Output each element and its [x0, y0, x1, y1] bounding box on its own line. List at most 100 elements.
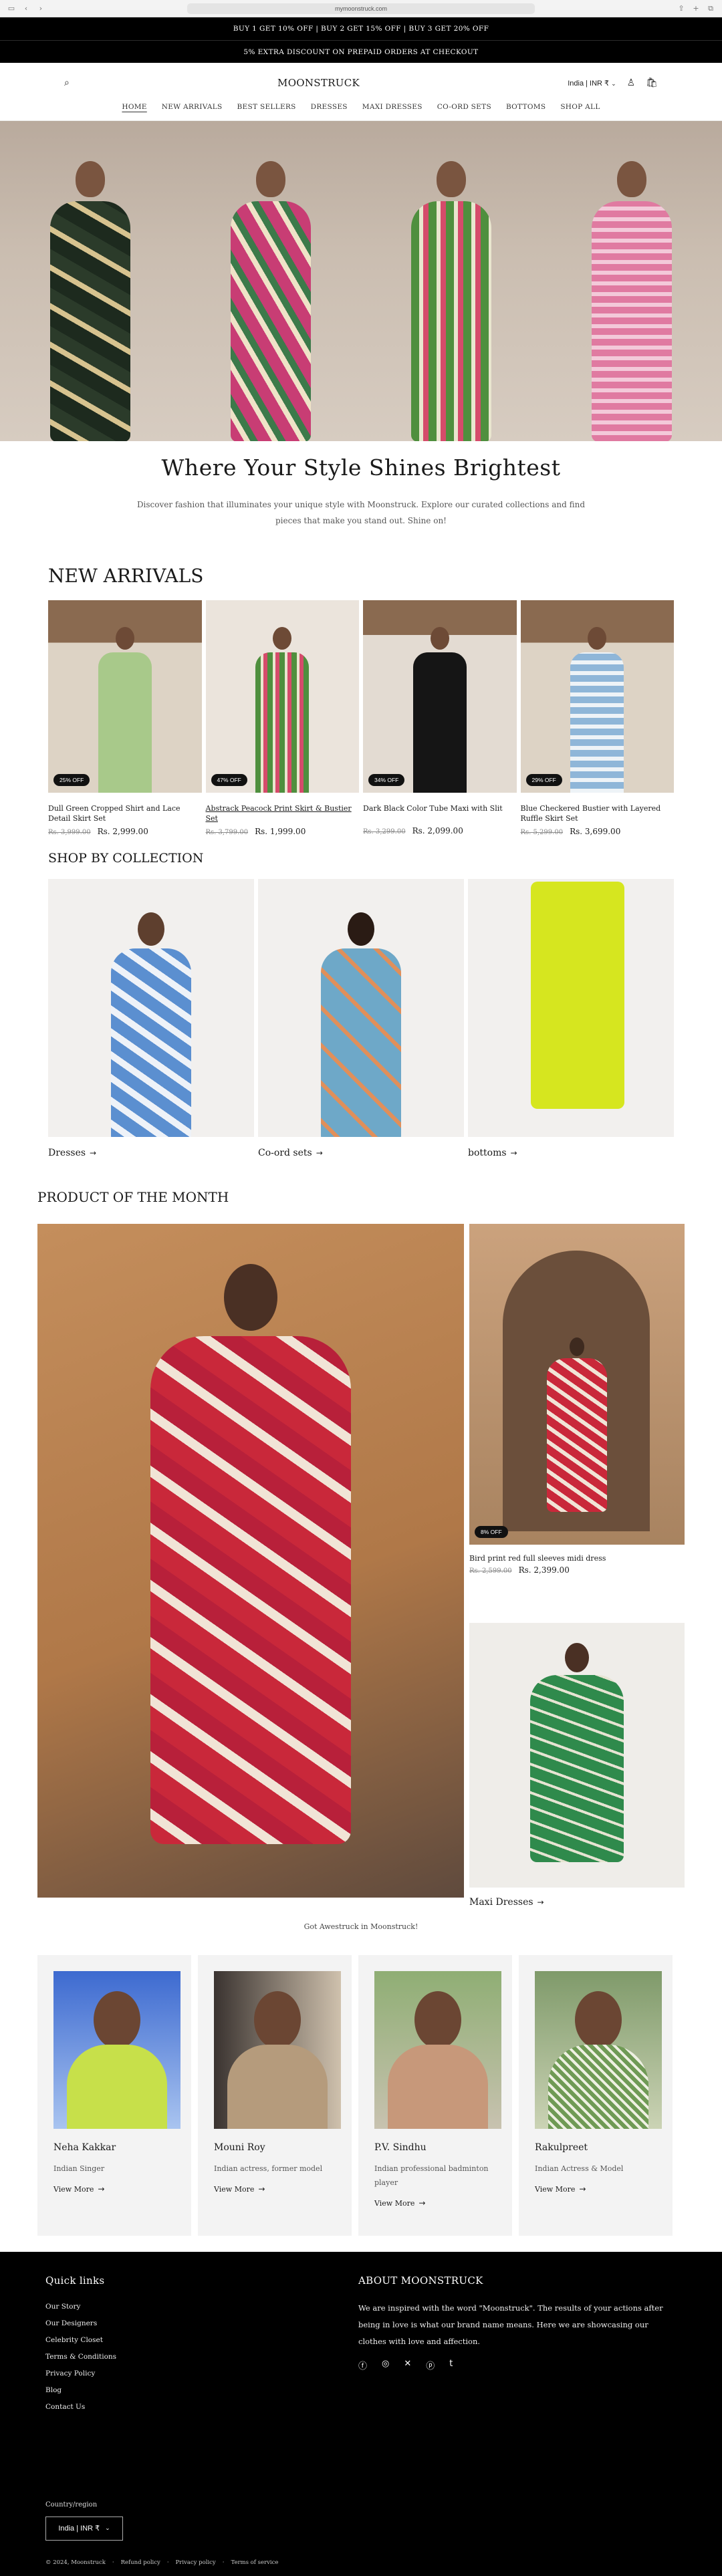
sale-price: Rs. 2,099.00 [412, 826, 463, 835]
privacy-policy-link[interactable]: Privacy policy [176, 2559, 216, 2566]
featured-product-card[interactable]: 8% OFF Bird print red full sleeves midi … [469, 1223, 685, 1575]
footer-link-our-story[interactable]: Our Story [45, 2303, 326, 2311]
celebrity-name: Neha Kakkar [53, 2142, 116, 2153]
celebrity-card[interactable]: P.V. Sindhu Indian professional badminto… [358, 1954, 512, 2236]
arrow-right-icon: → [258, 2184, 265, 2194]
tumblr-icon[interactable]: t [449, 2359, 453, 2371]
product-card[interactable]: 25% OFF Dull Green Cropped Shirt and Lac… [48, 600, 202, 836]
maxi-dresses-label[interactable]: Maxi Dresses [469, 1897, 533, 1908]
collection-label[interactable]: bottoms [468, 1148, 507, 1158]
featured-image[interactable] [37, 1223, 464, 1898]
footer-link-terms[interactable]: Terms & Conditions [45, 2353, 326, 2361]
chevron-down-icon: ⌄ [105, 2525, 110, 2532]
product-image[interactable]: 25% OFF [48, 600, 202, 793]
facebook-icon[interactable]: ⓕ [358, 2359, 367, 2371]
product-name[interactable]: Abstrack Peacock Print Skirt & Bustier S… [206, 803, 360, 824]
nav-bottoms[interactable]: BOTTOMS [506, 103, 546, 111]
footer-link-contact[interactable]: Contact Us [45, 2403, 326, 2411]
celebrity-card[interactable]: Neha Kakkar Indian Singer View More → [37, 1954, 191, 2236]
pinterest-icon[interactable]: ⓟ [426, 2359, 435, 2371]
search-icon[interactable]: ⌕ [64, 78, 70, 88]
refund-policy-link[interactable]: Refund policy [121, 2559, 160, 2566]
quick-links-heading: Quick links [45, 2274, 105, 2287]
copyright-row: © 2024, Moonstruck · Refund policy · Pri… [45, 2559, 279, 2566]
chevron-down-icon: ⌄ [611, 80, 616, 88]
back-icon[interactable]: ‹ [21, 4, 31, 13]
country-selector[interactable]: India | INR ₹ ⌄ [45, 2516, 123, 2541]
nav-maxi-dresses[interactable]: MAXI DRESSES [362, 103, 423, 111]
tagline-section: Where Your Style Shines Brightest Discov… [0, 441, 722, 529]
original-price: Rs. 3,799.00 [205, 828, 249, 836]
celebrity-role: Indian actress, former model [214, 2164, 323, 2173]
celebrity-role: Indian professional badminton player [374, 2164, 489, 2187]
discount-badge: 8% OFF [475, 1525, 508, 1538]
view-more-link[interactable]: View More [53, 2185, 94, 2194]
footer-link-blog[interactable]: Blog [45, 2386, 326, 2394]
footer-link-our-designers[interactable]: Our Designers [45, 2319, 326, 2327]
hero-image-4 [542, 121, 722, 441]
arrow-right-icon: → [98, 2184, 105, 2194]
nav-dresses[interactable]: DRESSES [311, 103, 348, 111]
celebrity-card[interactable]: Mouni Roy Indian actress, former model V… [198, 1954, 352, 2236]
address-bar[interactable]: mymoonstruck.com [187, 3, 535, 14]
product-card[interactable]: 29% OFF Blue Checkered Bustier with Laye… [520, 600, 675, 836]
collection-image[interactable] [468, 878, 674, 1137]
nav-shop-all[interactable]: SHOP ALL [560, 103, 600, 111]
product-name[interactable]: Blue Checkered Bustier with Layered Ruff… [521, 803, 675, 824]
terms-of-service-link[interactable]: Terms of service [231, 2559, 278, 2566]
product-image[interactable]: 47% OFF [205, 600, 359, 793]
collection-card-dresses[interactable]: Dresses → [48, 878, 254, 1158]
collection-card-co-ord-sets[interactable]: Co-ord sets → [258, 878, 464, 1158]
product-card[interactable]: 47% OFF Abstrack Peacock Print Skirt & B… [205, 600, 360, 836]
product-image[interactable]: 29% OFF [520, 600, 674, 793]
maxi-dresses-card[interactable]: Maxi Dresses → [469, 1575, 685, 1908]
view-more-link[interactable]: View More [374, 2199, 414, 2208]
collection-label[interactable]: Co-ord sets [258, 1148, 312, 1158]
nav-new-arrivals[interactable]: NEW ARRIVALS [162, 103, 223, 111]
maxi-dresses-image[interactable] [469, 1622, 685, 1888]
collection-image[interactable] [258, 878, 464, 1137]
nav-home[interactable]: HOME [122, 103, 146, 111]
sale-price: Rs. 3,699.00 [570, 826, 621, 836]
sidebar-toggle-icon[interactable]: ▭ [7, 4, 16, 13]
cart-icon[interactable]: 🛍 [646, 78, 658, 88]
nav-best-sellers[interactable]: BEST SELLERS [237, 103, 296, 111]
celebrity-intro-text: Got Awestruck in Moonstruck! [304, 1922, 418, 1931]
product-name[interactable]: Dull Green Cropped Shirt and Lace Detail… [48, 803, 202, 824]
hero-image-1 [0, 121, 180, 441]
new-arrivals-title: NEW ARRIVALS [48, 565, 204, 587]
product-name[interactable]: Dark Black Color Tube Maxi with Slit [363, 803, 517, 823]
site-header: ⌕ MOONSTRUCK India | INR ₹ ⌄ ♙ 🛍 [0, 63, 722, 103]
celebrity-role: Indian Singer [53, 2164, 105, 2173]
currency-selector[interactable]: India | INR ₹ ⌄ [568, 79, 616, 88]
nav-co-ord-sets[interactable]: CO-ORD SETS [437, 103, 491, 111]
celebrity-name: P.V. Sindhu [374, 2142, 427, 2153]
collection-label[interactable]: Dresses [48, 1148, 86, 1158]
hero-banner[interactable] [0, 120, 722, 441]
featured-product-name[interactable]: Bird print red full sleeves midi dress [469, 1554, 685, 1563]
social-links: ⓕ ◎ ✕ ⓟ t [358, 2359, 677, 2371]
country-label: Country/region [45, 2500, 98, 2508]
share-icon[interactable]: ⇪ [677, 4, 686, 13]
collection-image[interactable] [48, 878, 254, 1137]
account-icon[interactable]: ♙ [627, 78, 636, 88]
arrow-right-icon: → [537, 1897, 544, 1907]
arrow-right-icon: → [418, 2198, 426, 2208]
x-icon[interactable]: ✕ [404, 2359, 411, 2371]
view-more-link[interactable]: View More [214, 2185, 254, 2194]
view-more-link[interactable]: View More [535, 2185, 575, 2194]
announcement-line-2: 5% EXTRA DISCOUNT ON PREPAID ORDERS AT C… [0, 40, 722, 63]
product-image[interactable]: 34% OFF [363, 600, 517, 793]
instagram-icon[interactable]: ◎ [382, 2359, 389, 2371]
product-card[interactable]: 34% OFF Dark Black Color Tube Maxi with … [363, 600, 517, 836]
site-logo[interactable]: MOONSTRUCK [277, 77, 360, 89]
celebrity-photo [374, 1970, 501, 2129]
new-tab-icon[interactable]: + [691, 4, 701, 13]
footer-link-privacy[interactable]: Privacy Policy [45, 2369, 326, 2377]
tabs-overview-icon[interactable]: ⧉ [706, 4, 715, 13]
featured-product-image[interactable]: 8% OFF [469, 1223, 685, 1545]
footer-link-celebrity-closet[interactable]: Celebrity Closet [45, 2336, 326, 2344]
celebrity-card[interactable]: Rakulpreet Indian Actress & Model View M… [519, 1954, 673, 2236]
forward-icon[interactable]: › [36, 4, 45, 13]
collection-card-bottoms[interactable]: bottoms → [468, 878, 674, 1158]
